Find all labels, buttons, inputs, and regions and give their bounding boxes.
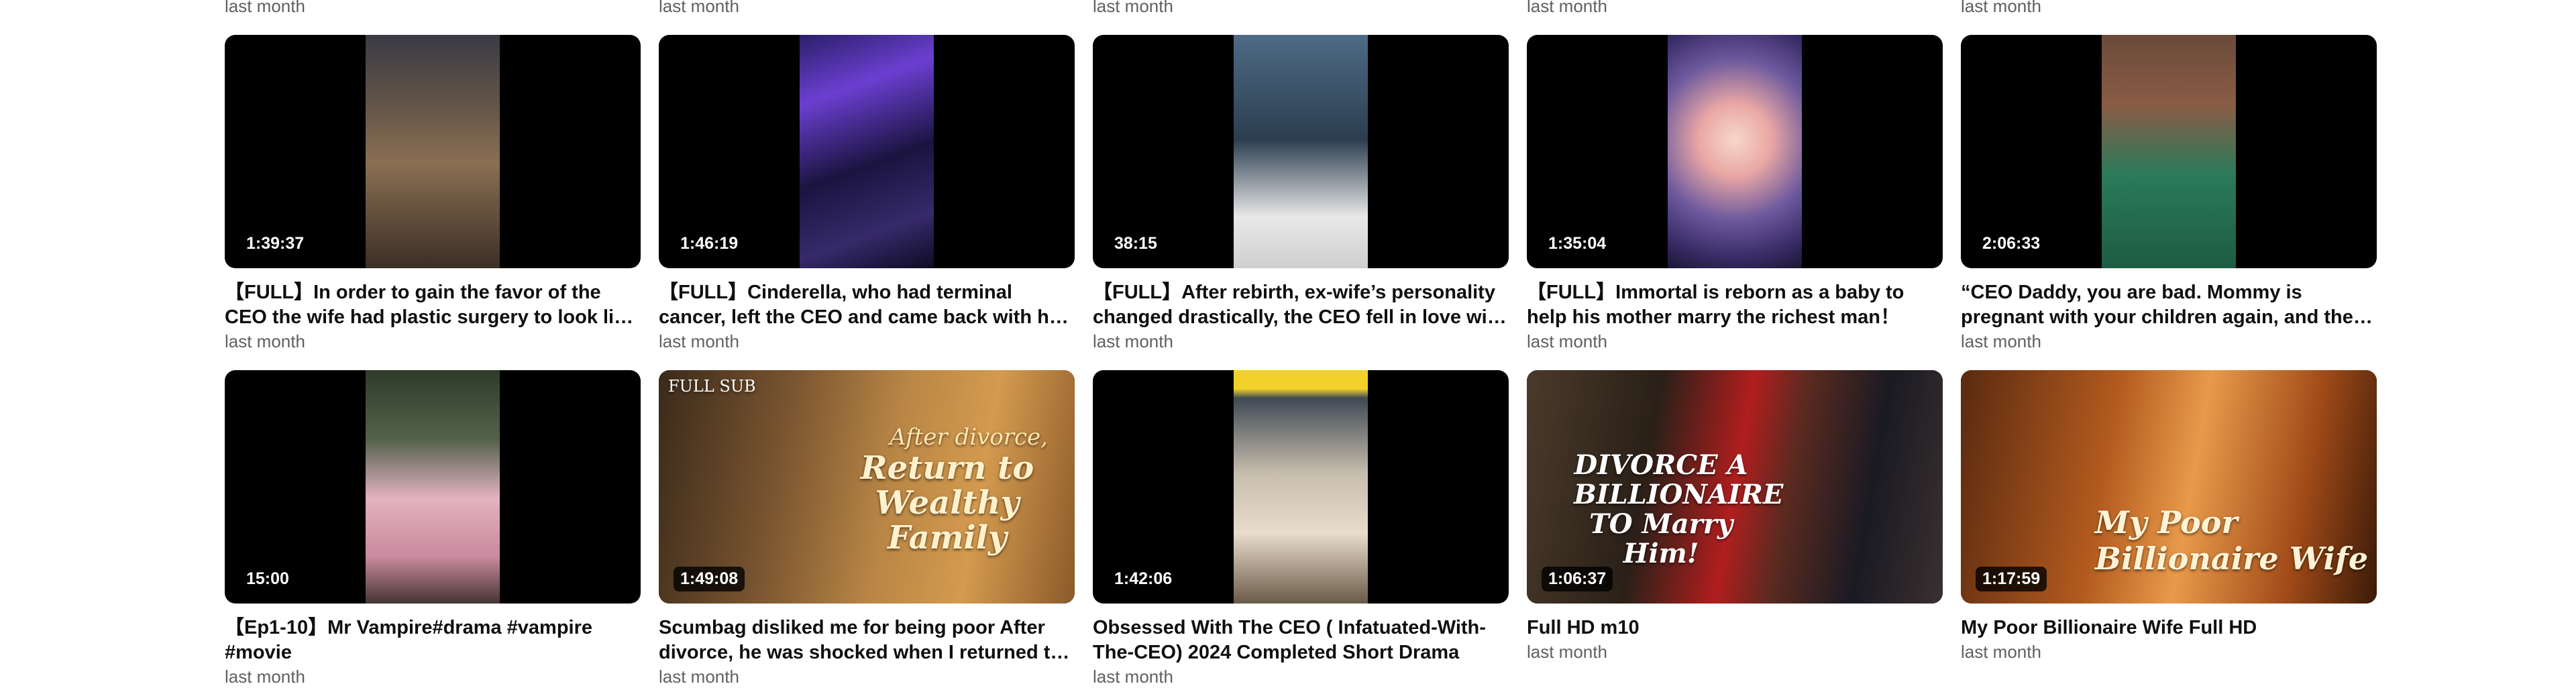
video-thumbnail[interactable]: 1:35:04 xyxy=(1527,35,1943,268)
video-card[interactable]: 2:06:33 “CEO Daddy, you are bad. Mommy i… xyxy=(1961,35,2377,353)
video-card[interactable]: 1:39:37 【FULL】In order to gain the favor… xyxy=(225,35,641,353)
thumbnail-image xyxy=(800,35,934,268)
duration-badge: 1:49:08 xyxy=(674,567,745,591)
video-meta: last month xyxy=(1093,667,1173,687)
duration-badge: 15:00 xyxy=(239,567,296,591)
video-card[interactable]: 38:15 【FULL】After rebirth, ex-wife’s per… xyxy=(1093,35,1509,353)
video-meta: last month xyxy=(225,0,305,16)
video-title[interactable]: Full HD m10 xyxy=(1527,616,1943,640)
video-thumbnail[interactable]: FULL SUB After divorce, Return to Wealth… xyxy=(659,370,1075,604)
video-meta: last month xyxy=(1527,331,1607,351)
video-meta: last month xyxy=(225,331,305,351)
duration-badge: 38:15 xyxy=(1108,231,1164,256)
video-title[interactable]: My Poor Billionaire Wife Full HD xyxy=(1961,616,2377,640)
duration-badge: 1:17:59 xyxy=(1976,567,2047,591)
thumbnail-caption: Return to Wealthy Family xyxy=(860,449,1034,557)
video-meta: last month xyxy=(659,667,739,687)
video-card[interactable]: FULL SUB After divorce, Return to Wealth… xyxy=(659,370,1075,688)
video-meta: last month xyxy=(225,667,305,687)
video-thumbnail[interactable]: My Poor Billionaire Wife 1:17:59 xyxy=(1961,370,2377,604)
thumbnail-image xyxy=(1234,35,1368,268)
video-thumbnail[interactable]: 38:15 xyxy=(1093,35,1509,268)
video-thumbnail[interactable]: 15:00 xyxy=(225,370,641,604)
video-card[interactable]: 1:46:19 【FULL】Cinderella, who had termin… xyxy=(659,35,1075,353)
video-meta: last month xyxy=(1961,331,2041,351)
video-card[interactable]: 1:35:04 【FULL】Immortal is reborn as a ba… xyxy=(1527,35,1943,353)
video-title[interactable]: “CEO Daddy, you are bad. Mommy is pregna… xyxy=(1961,280,2377,330)
duration-badge: 1:06:37 xyxy=(1542,567,1613,591)
video-meta: last month xyxy=(1961,0,2041,16)
thumbnail-image xyxy=(366,370,500,604)
video-thumbnail[interactable]: 1:46:19 xyxy=(659,35,1075,268)
duration-badge: 2:06:33 xyxy=(1976,231,2047,256)
video-title[interactable]: Obsessed With The CEO ( Infatuated-With-… xyxy=(1093,616,1509,665)
duration-badge: 1:42:06 xyxy=(1108,567,1179,591)
video-card[interactable]: My Poor Billionaire Wife 1:17:59 My Poor… xyxy=(1961,370,2377,663)
video-meta: last month xyxy=(1527,642,1607,662)
video-title[interactable]: 【Ep1-10】Mr Vampire#drama #vampire #movie xyxy=(225,616,641,665)
thumbnail-caption: After divorce, xyxy=(890,424,1048,451)
video-card[interactable]: 1:42:06 Obsessed With The CEO ( Infatuat… xyxy=(1093,370,1509,688)
thumbnail-caption: My Poor Billionaire Wife xyxy=(2095,504,2369,577)
video-card[interactable]: 15:00 【Ep1-10】Mr Vampire#drama #vampire … xyxy=(225,370,641,688)
thumbnail-caption: FULL SUB xyxy=(668,377,756,396)
duration-badge: 1:39:37 xyxy=(239,231,311,256)
video-thumbnail[interactable]: DIVORCE A BILLIONAIRE TO Marry Him! 1:06… xyxy=(1527,370,1943,604)
video-thumbnail[interactable]: 2:06:33 xyxy=(1961,35,2377,268)
thumbnail-image xyxy=(366,35,500,268)
video-title[interactable]: 【FULL】Cinderella, who had terminal cance… xyxy=(659,280,1075,330)
video-meta: last month xyxy=(1093,331,1173,351)
video-meta: last month xyxy=(1961,642,2041,662)
video-title[interactable]: 【FULL】After rebirth, ex-wife’s personali… xyxy=(1093,280,1509,330)
thumbnail-image xyxy=(1668,35,1802,268)
thumbnail-image xyxy=(2102,35,2236,268)
thumbnail-caption: DIVORCE A BILLIONAIRE TO Marry Him! xyxy=(1574,449,1784,569)
video-meta: last month xyxy=(1527,0,1607,16)
video-title[interactable]: 【FULL】In order to gain the favor of the … xyxy=(225,280,641,330)
duration-badge: 1:46:19 xyxy=(674,231,745,256)
video-title[interactable]: Scumbag disliked me for being poor After… xyxy=(659,616,1075,665)
duration-badge: 1:35:04 xyxy=(1542,231,1613,256)
video-meta: last month xyxy=(659,331,739,351)
video-meta: last month xyxy=(1093,0,1173,16)
video-meta: last month xyxy=(659,0,739,16)
video-card[interactable]: DIVORCE A BILLIONAIRE TO Marry Him! 1:06… xyxy=(1527,370,1943,663)
video-title[interactable]: 【FULL】Immortal is reborn as a baby to he… xyxy=(1527,280,1943,330)
thumbnail-image xyxy=(1234,370,1368,604)
video-thumbnail[interactable]: 1:42:06 xyxy=(1093,370,1509,604)
previous-row-remnant: last month last month last month last mo… xyxy=(0,0,2576,17)
video-thumbnail[interactable]: 1:39:37 xyxy=(225,35,641,268)
